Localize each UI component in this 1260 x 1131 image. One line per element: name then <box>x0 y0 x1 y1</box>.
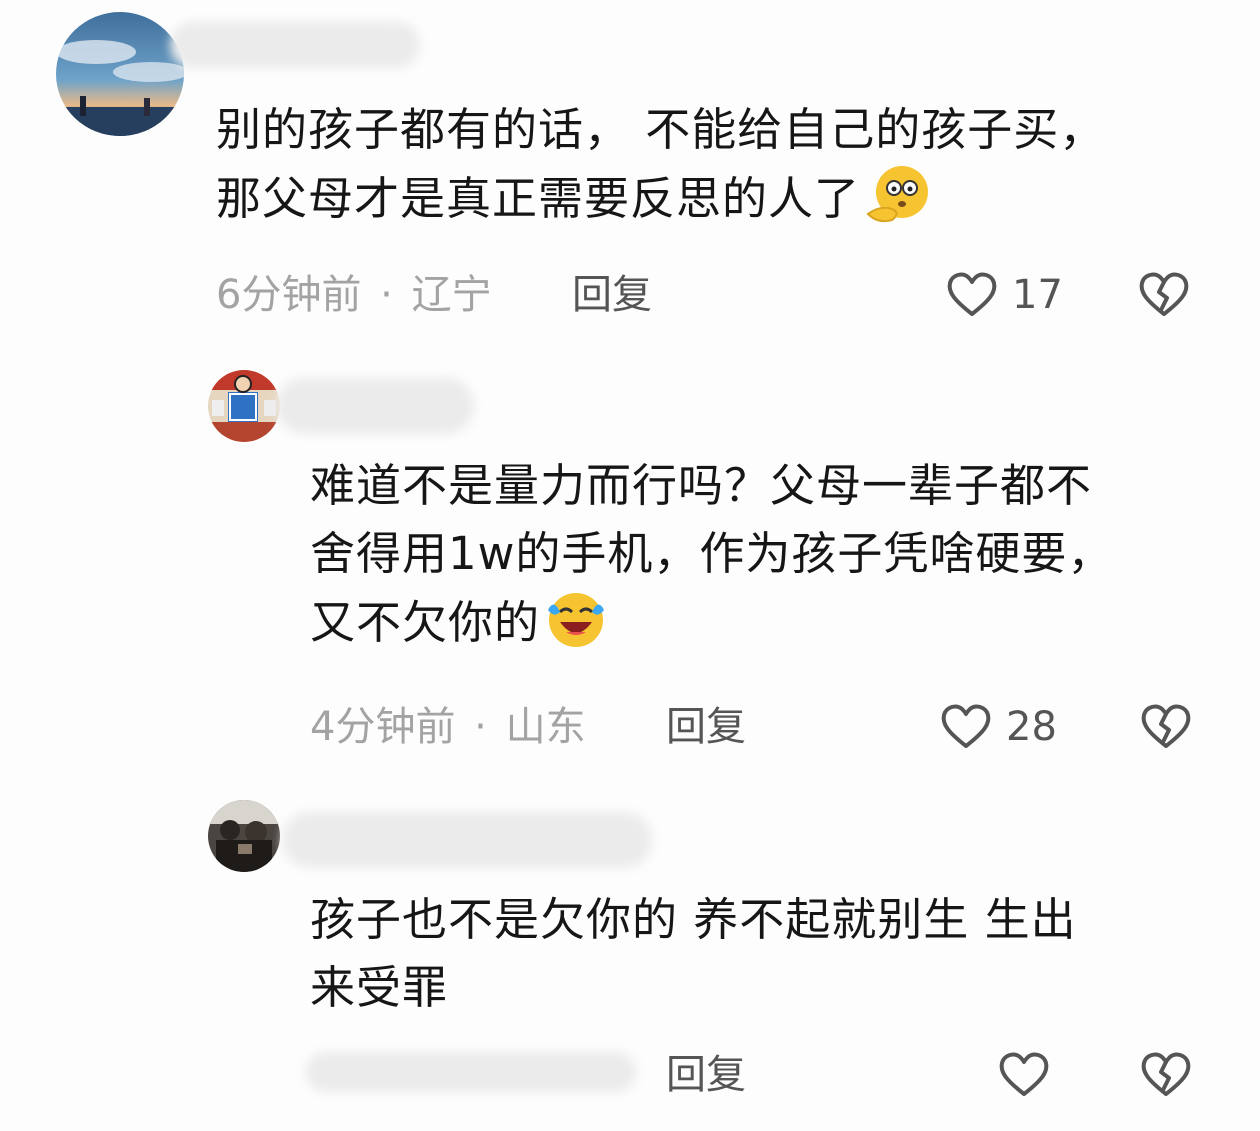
comment-line: 来受罪 <box>310 961 449 1014</box>
like-count: 17 <box>1012 272 1063 318</box>
comment-line: 孩子也不是欠你的 养不起就别生 生出 <box>310 893 1077 946</box>
comment-time: 6分钟前 <box>216 272 362 318</box>
comment-line: 难道不是量力而行吗？父母一辈子都不 <box>310 459 1093 512</box>
thinking-face-emoji <box>864 164 936 243</box>
username-blurred <box>170 22 420 68</box>
broken-heart-icon[interactable] <box>1138 698 1194 754</box>
comment-line: 别的孩子都有的话， 不能给自己的孩子买， <box>216 103 1106 156</box>
reply-button[interactable]: 回复 <box>666 1050 746 1100</box>
avatar[interactable] <box>56 12 184 136</box>
comment-time: 4分钟前 <box>310 704 456 750</box>
avatar[interactable] <box>208 800 280 872</box>
comment-text: 孩子也不是欠你的 养不起就别生 生出 来受罪 <box>310 886 1230 1022</box>
broken-heart-icon[interactable] <box>1136 266 1192 322</box>
comment-location: 山东 <box>505 704 586 750</box>
heart-outline-icon[interactable] <box>996 1046 1052 1102</box>
comment-meta: 6分钟前 · 辽宁 <box>216 270 492 320</box>
comment-line: 又不欠你的 <box>310 596 541 649</box>
comment-line: 那父母才是真正需要反思的人了 <box>216 172 861 225</box>
comment-line: 舍得用1w的手机，作为孩子凭啥硬要， <box>310 527 1114 580</box>
reply-button[interactable]: 回复 <box>572 270 652 320</box>
like-count: 28 <box>1006 704 1057 750</box>
username-blurred <box>282 812 652 868</box>
broken-heart-icon[interactable] <box>1138 1046 1194 1102</box>
meta-separator: · <box>474 704 487 750</box>
username-blurred <box>276 378 474 434</box>
meta-separator: · <box>380 272 393 318</box>
heart-outline-icon[interactable] <box>938 698 994 754</box>
comment-text: 别的孩子都有的话， 不能给自己的孩子买， 那父母才是真正需要反思的人了 <box>216 96 1216 243</box>
avatar[interactable] <box>208 370 280 442</box>
comment-meta: 4分钟前 · 山东 <box>310 702 586 752</box>
comment-text: 难道不是量力而行吗？父母一辈子都不 舍得用1w的手机，作为孩子凭啥硬要， 又不欠… <box>310 452 1230 667</box>
comment-meta-blurred <box>306 1052 636 1092</box>
heart-outline-icon[interactable] <box>944 266 1000 322</box>
reply-button[interactable]: 回复 <box>666 702 746 752</box>
comment-location: 辽宁 <box>411 272 492 318</box>
crying-laughing-emoji <box>544 588 608 667</box>
